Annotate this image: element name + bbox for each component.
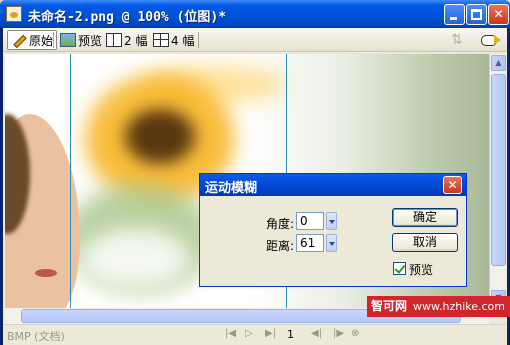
stop-icon[interactable]: ⊗ (351, 328, 359, 339)
two-up-icon (106, 33, 122, 47)
view-toolbar: 原始 预览 2 幅 4 幅 ⇅ (3, 28, 507, 52)
watermark-url: www.hzhike.com (413, 300, 506, 313)
options-arrow-icon[interactable] (481, 31, 503, 49)
maximize-icon (471, 9, 482, 20)
distance-dropdown-button[interactable] (326, 234, 337, 252)
vertical-scrollbar[interactable]: ▲ ▼ (489, 54, 506, 308)
watermark-brand: 智可网 (371, 299, 408, 313)
ok-button[interactable]: 确定 (392, 208, 458, 227)
document-icon (6, 6, 22, 22)
original-view-button[interactable]: 原始 (7, 30, 58, 50)
four-up-icon (153, 33, 169, 47)
close-button[interactable]: ✕ (488, 4, 509, 25)
cancel-button[interactable]: 取消 (392, 233, 458, 252)
distance-input[interactable]: 61 (296, 234, 324, 252)
toolbar-separator (198, 32, 199, 48)
window-title: 未命名-2.png @ 100% (位图)* (28, 10, 227, 25)
two-up-view-label: 2 幅 (124, 33, 148, 48)
four-up-view-button[interactable]: 4 幅 (150, 30, 197, 50)
prev-frame-icon[interactable]: ◀| (311, 328, 322, 339)
angle-label: 角度: (266, 217, 295, 231)
dialog-close-button[interactable]: ✕ (443, 176, 462, 194)
sunflower-center (125, 109, 195, 164)
woman-lips (35, 269, 57, 277)
lily-flowers (80, 229, 190, 289)
angle-input[interactable]: 0 (296, 212, 324, 230)
site-watermark: 智可网 www.hzhike.com (367, 296, 510, 317)
minimize-icon (450, 17, 457, 20)
document-type: BMP (文档) (7, 330, 65, 343)
next-frame-icon[interactable]: |▶ (333, 328, 344, 339)
distance-label: 距离: (266, 239, 295, 253)
history-arrows-icon: ⇅ (451, 32, 463, 48)
preview-view-label: 预览 (78, 33, 103, 48)
dialog-title: 运动模糊 (205, 181, 258, 196)
toolbar-separator (53, 32, 54, 48)
last-frame-icon[interactable]: ▶| (265, 328, 276, 339)
vertical-scroll-thumb[interactable] (491, 74, 506, 266)
title-bar[interactable]: 未命名-2.png @ 100% (位图)* ✕ (0, 0, 510, 28)
four-up-view-label: 4 幅 (171, 33, 195, 48)
angle-dropdown-button[interactable] (326, 212, 337, 230)
first-frame-icon[interactable]: |◀ (225, 328, 236, 339)
play-icon[interactable]: ▷ (245, 328, 253, 339)
status-bar: BMP (文档) |◀ ▷ ▶| 1 ◀| |▶ ⊗ (3, 324, 507, 345)
page-number: 1 (287, 328, 294, 341)
pencil-icon (11, 33, 27, 47)
preview-icon (60, 33, 76, 47)
vertical-guide[interactable] (70, 54, 71, 308)
preview-checkbox-label[interactable]: 预览 (409, 261, 433, 278)
dialog-title-bar[interactable]: 运动模糊 ✕ (200, 174, 466, 196)
two-up-view-button[interactable]: 2 幅 (103, 30, 150, 50)
motion-blur-dialog: 运动模糊 ✕ 角度: 0 距离: 61 确定 取消 预览 (199, 173, 467, 287)
preview-checkbox[interactable] (393, 262, 406, 275)
minimize-button[interactable] (444, 4, 465, 25)
maximize-button[interactable] (466, 4, 487, 25)
scroll-up-button[interactable]: ▲ (491, 55, 506, 71)
original-view-label: 原始 (29, 33, 54, 48)
preview-view-button[interactable]: 预览 (57, 30, 105, 50)
